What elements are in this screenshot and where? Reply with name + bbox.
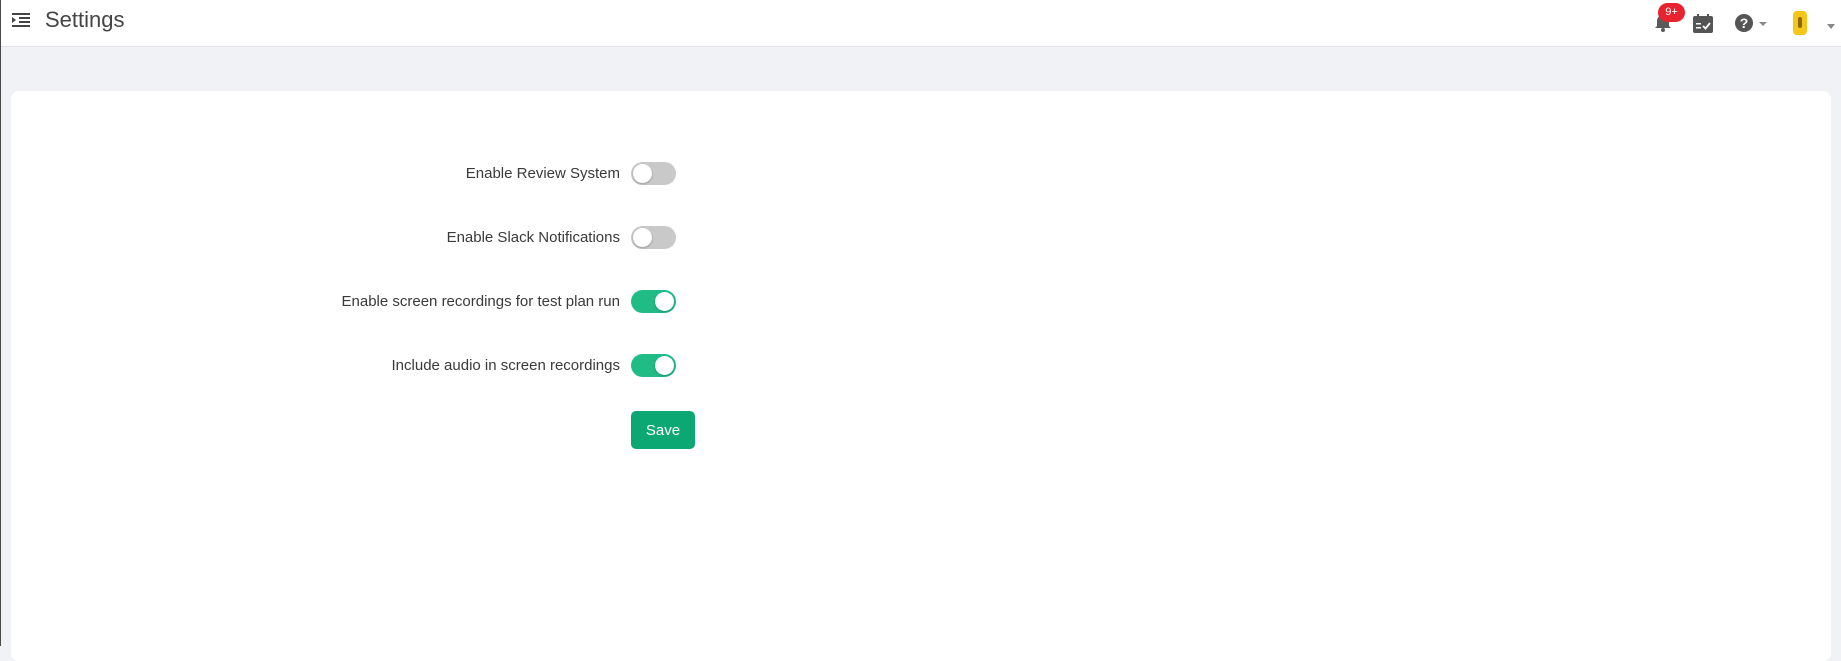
calendar-button[interactable] [1691, 13, 1715, 35]
toggle-knob [655, 356, 674, 375]
chevron-down-icon [1827, 24, 1835, 29]
notification-badge: 9+ [1658, 3, 1685, 22]
setting-label: Enable Slack Notifications [446, 229, 620, 246]
setting-row-include-audio: Include audio in screen recordings [11, 350, 1831, 380]
toggle-knob [633, 164, 652, 183]
screen-recordings-toggle[interactable] [631, 290, 676, 313]
setting-row-review-system: Enable Review System [11, 158, 1831, 188]
save-button[interactable]: Save [631, 411, 695, 449]
profile-menu-button[interactable] [1789, 9, 1839, 37]
chevron-down-icon [1759, 22, 1767, 26]
include-audio-toggle[interactable] [631, 354, 676, 377]
setting-row-screen-recordings: Enable screen recordings for test plan r… [11, 286, 1831, 316]
slack-notifications-toggle[interactable] [631, 226, 676, 249]
settings-card: Enable Review System Enable Slack Notifi… [11, 91, 1831, 661]
indent-menu-icon[interactable] [11, 10, 31, 30]
help-menu-button[interactable]: ? [1733, 12, 1773, 34]
svg-text:?: ? [1740, 15, 1749, 31]
setting-row-slack-notifications: Enable Slack Notifications [11, 222, 1831, 252]
user-avatar-icon [1793, 11, 1807, 35]
setting-label: Include audio in screen recordings [391, 357, 620, 374]
window-edge [0, 0, 1, 646]
top-bar: Settings 9+ ? [1, 0, 1841, 47]
toggle-knob [633, 228, 652, 247]
help-icon: ? [1735, 14, 1753, 32]
calendar-check-icon [1693, 14, 1713, 33]
setting-label: Enable screen recordings for test plan r… [341, 293, 621, 310]
page-title: Settings [45, 7, 125, 32]
review-system-toggle[interactable] [631, 162, 676, 185]
setting-label: Enable Review System [465, 165, 620, 182]
toggle-knob [655, 292, 674, 311]
